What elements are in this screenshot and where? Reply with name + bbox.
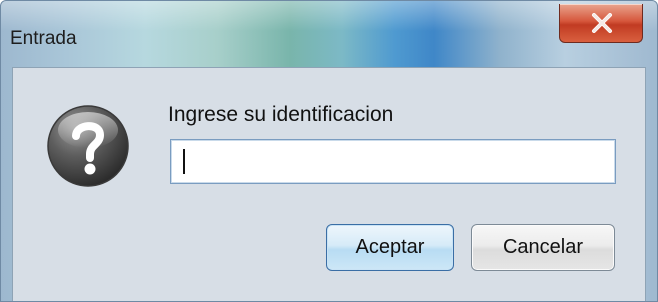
dialog-window: Entrada Ingrese su identificacion Acepta… bbox=[0, 0, 658, 302]
accept-button[interactable]: Aceptar bbox=[326, 224, 454, 271]
cancel-button[interactable]: Cancelar bbox=[471, 224, 615, 271]
window-title: Entrada bbox=[10, 28, 77, 49]
close-icon bbox=[592, 13, 612, 33]
dialog-content: Ingrese su identificacion Aceptar Cancel… bbox=[12, 67, 646, 301]
close-button[interactable] bbox=[559, 4, 643, 43]
title-bar[interactable]: Entrada bbox=[1, 1, 657, 63]
question-icon bbox=[47, 105, 129, 187]
identification-input[interactable] bbox=[170, 139, 616, 184]
text-caret bbox=[183, 149, 185, 174]
prompt-label: Ingrese su identificacion bbox=[168, 103, 394, 126]
